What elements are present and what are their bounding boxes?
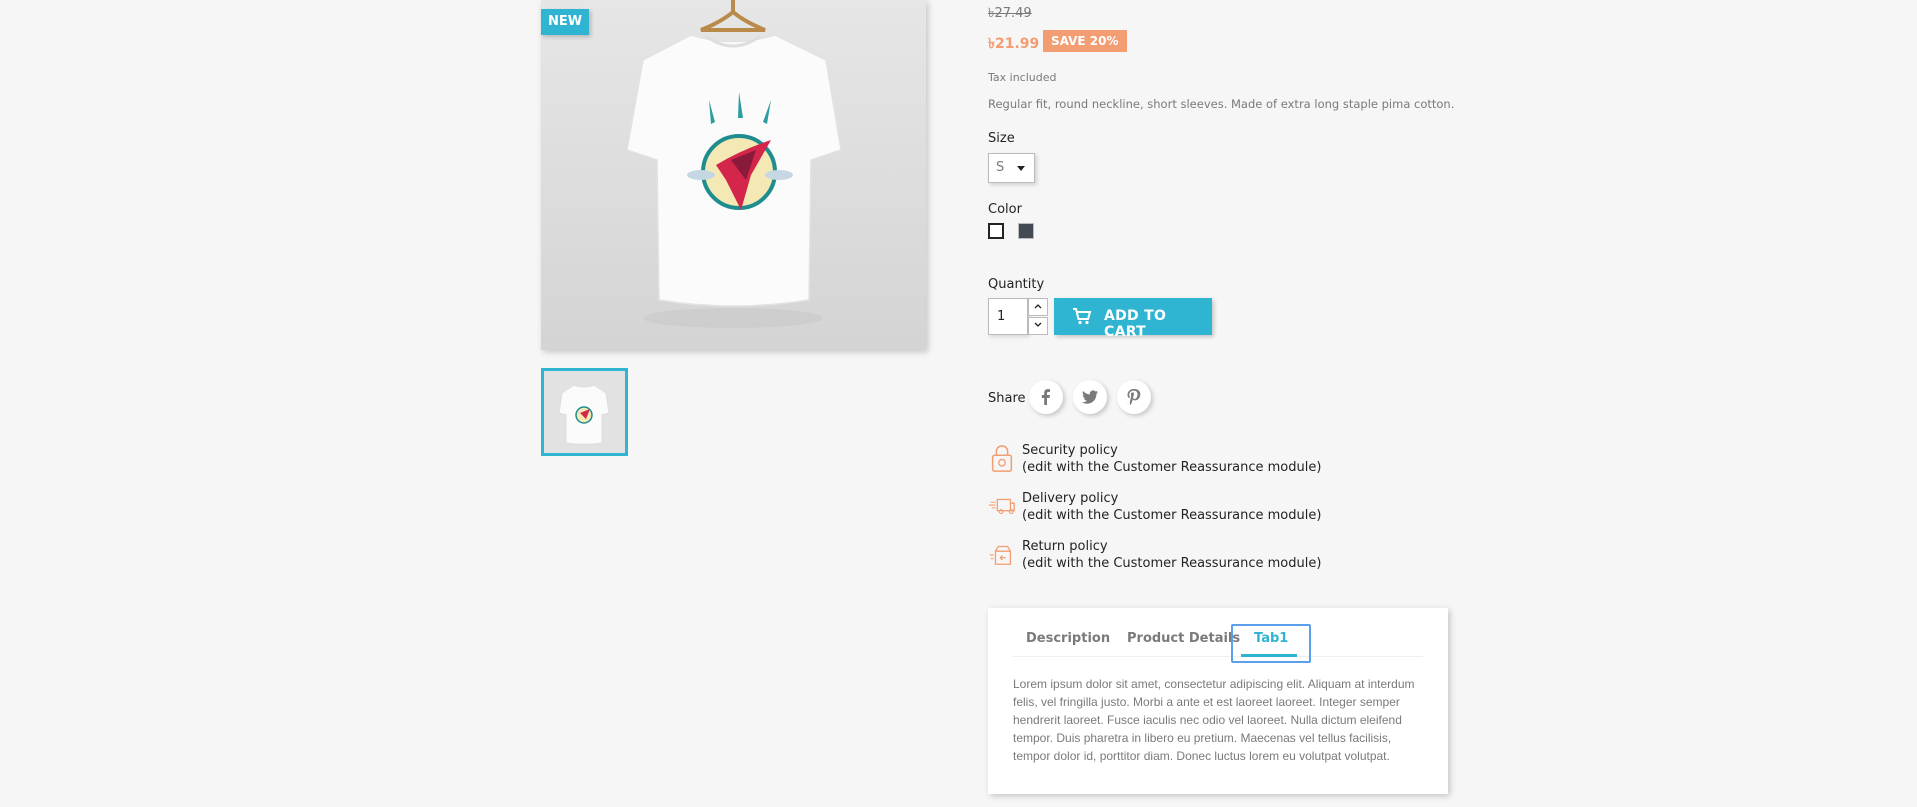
product-main-image[interactable] [541,0,926,350]
return-box-icon [989,545,1012,565]
reassurance-item-return: Return policy (edit with the Customer Re… [988,539,1321,573]
quantity-decrement-button[interactable] [1028,317,1048,335]
tab-content-text: Lorem ipsum dolor sit amet, consectetur … [1013,677,1415,763]
twitter-icon [1082,390,1098,404]
share-label: Share [988,391,1026,406]
shopping-cart-icon [1073,308,1092,325]
tab-tab1[interactable]: Tab1 [1254,631,1288,646]
tab-description[interactable]: Description [1026,631,1110,646]
tshirt-thumbnail-image [544,371,625,453]
quantity-label: Quantity [988,277,1045,292]
discount-badge: SAVE 20% [1043,30,1127,52]
regular-price: ৳27.49 [988,6,1032,21]
tax-label: Tax included [988,71,1057,84]
color-label: Color [988,202,1022,217]
size-select[interactable]: S [988,153,1035,183]
tab-product-details[interactable]: Product Details [1127,631,1240,646]
new-badge: NEW [541,9,590,35]
tshirt-image [541,0,926,350]
product-short-description: Regular fit, round neckline, short sleev… [988,97,1455,111]
add-to-cart-label: ADD TO CART [1104,308,1167,340]
chevron-down-icon [1034,322,1042,327]
reassurance-item-security: Security policy (edit with the Customer … [988,443,1321,477]
tabs-divider [1013,656,1423,657]
reassurance-title: Return policy [1022,539,1108,554]
chevron-up-icon [1034,304,1042,309]
current-price: ৳21.99 [988,36,1040,52]
reassurance-subtitle: (edit with the Customer Reassurance modu… [1022,508,1322,523]
quantity-increment-button[interactable] [1028,298,1048,316]
size-label: Size [988,131,1015,146]
active-tab-indicator [1241,654,1297,657]
reassurance-subtitle: (edit with the Customer Reassurance modu… [1022,556,1322,571]
share-facebook-button[interactable] [1029,380,1063,414]
reassurance-title: Security policy [1022,443,1118,458]
color-swatch-white[interactable] [988,223,1004,239]
pinterest-icon [1127,389,1141,406]
quantity-input[interactable]: 1 [988,298,1028,335]
reassurance-item-delivery: Delivery policy (edit with the Customer … [988,491,1321,525]
caret-down-icon [1017,166,1025,171]
share-pinterest-button[interactable] [1117,380,1151,414]
add-to-cart-button[interactable]: ADD TO CART [1054,298,1212,340]
share-twitter-button[interactable] [1073,380,1107,414]
product-thumbnail[interactable] [541,368,628,456]
quantity-value: 1 [997,309,1006,324]
color-swatch-black[interactable] [1018,223,1034,239]
product-tabs-panel: Description Product Details Tab1 Lorem i… [988,608,1448,794]
size-select-value: S [996,160,1005,175]
facebook-icon [1041,389,1050,405]
truck-icon [988,498,1015,515]
reassurance-title: Delivery policy [1022,491,1119,506]
reassurance-subtitle: (edit with the Customer Reassurance modu… [1022,460,1322,475]
lock-icon [991,445,1013,472]
